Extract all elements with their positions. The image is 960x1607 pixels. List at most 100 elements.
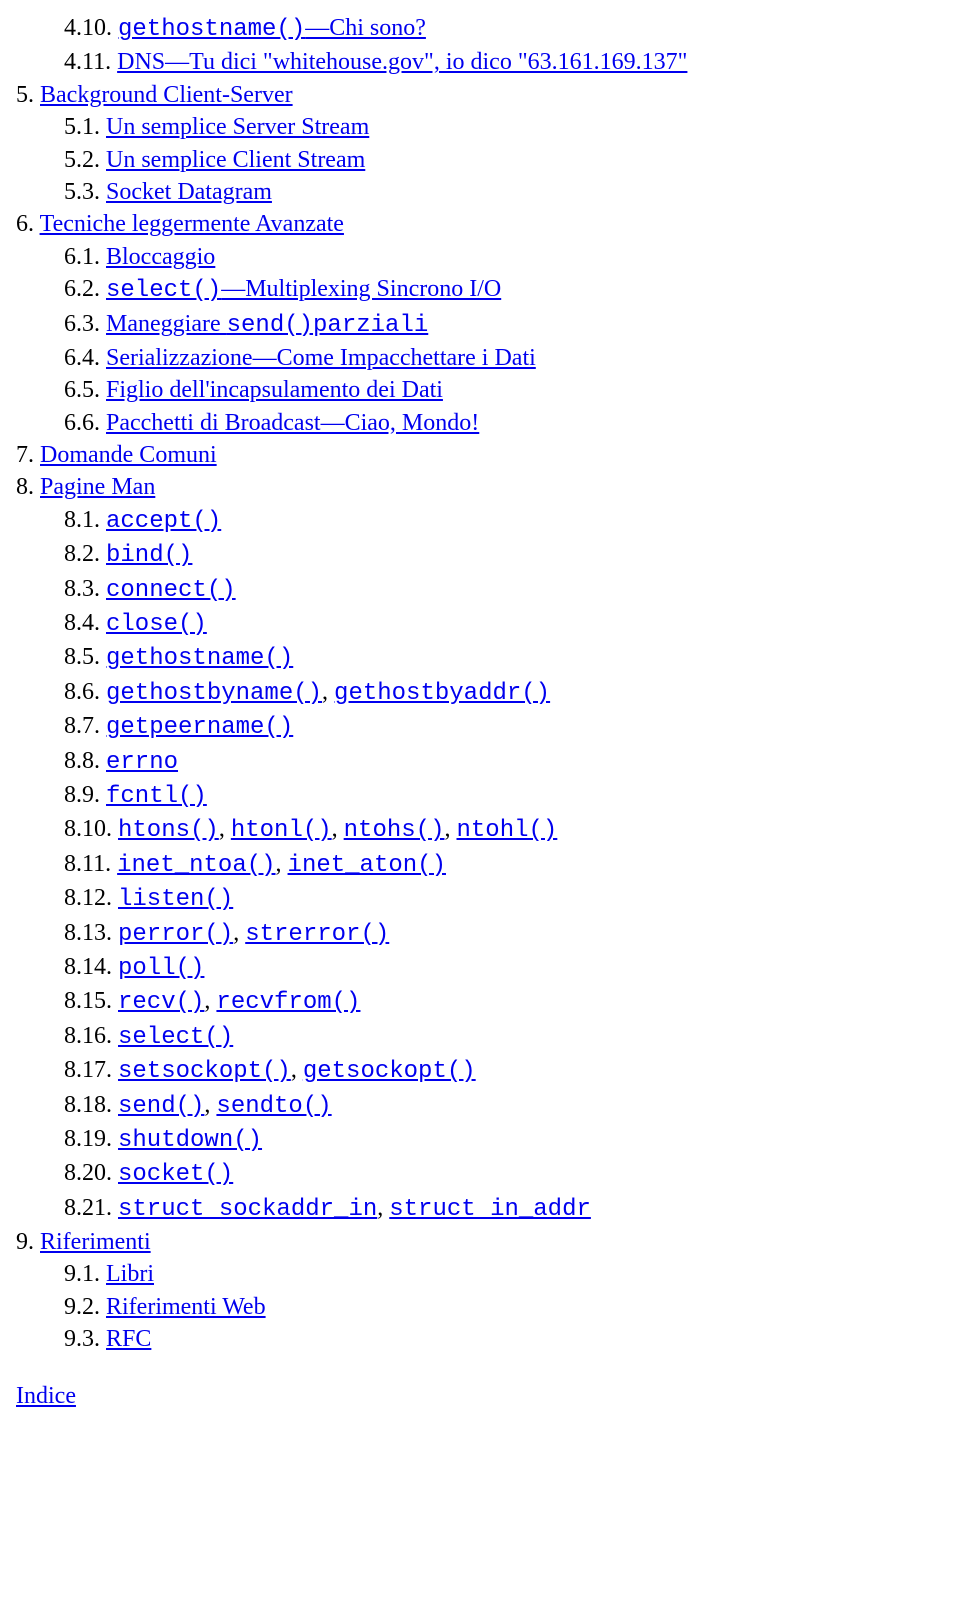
toc-number: 8.12. bbox=[64, 885, 118, 911]
toc-separator: , bbox=[332, 816, 344, 842]
toc-number: 8.15. bbox=[64, 988, 118, 1014]
toc-entry: 5. Background Client-Server bbox=[16, 79, 944, 111]
toc-link[interactable]: Tecniche leggermente Avanzate bbox=[40, 211, 344, 237]
toc-link[interactable]: bind() bbox=[106, 542, 192, 569]
toc-link[interactable]: Background Client-Server bbox=[40, 82, 293, 108]
toc-link[interactable]: connect() bbox=[106, 577, 236, 604]
toc-separator: , bbox=[291, 1057, 303, 1083]
toc-link[interactable]: sendto() bbox=[216, 1093, 331, 1120]
toc-number: 8.1. bbox=[64, 507, 106, 533]
toc-link[interactable]: socket() bbox=[118, 1161, 233, 1188]
toc-link[interactable]: listen() bbox=[118, 886, 233, 913]
toc-number: 8.11. bbox=[64, 851, 117, 877]
toc-link[interactable]: gethostbyaddr() bbox=[334, 680, 550, 707]
toc-entry: 8.10. htons(), htonl(), ntohs(), ntohl() bbox=[64, 813, 944, 847]
toc-link[interactable]: gethostbyname() bbox=[106, 680, 322, 707]
toc-entry: 8.11. inet_ntoa(), inet_aton() bbox=[64, 848, 944, 882]
toc-number: 8.14. bbox=[64, 954, 118, 980]
toc-link[interactable]: getpeername() bbox=[106, 714, 293, 741]
toc-link[interactable]: ntohl() bbox=[456, 817, 557, 844]
toc-link[interactable]: accept() bbox=[106, 508, 221, 535]
toc-link[interactable]: perror() bbox=[118, 921, 233, 948]
toc-number: 6. bbox=[16, 211, 40, 237]
toc-number: 8.6. bbox=[64, 679, 106, 705]
toc-number: 4.10. bbox=[64, 15, 118, 41]
toc-link[interactable]: ntohs() bbox=[344, 817, 445, 844]
toc-number: 8.19. bbox=[64, 1126, 118, 1152]
toc-entry: 8.13. perror(), strerror() bbox=[64, 917, 944, 951]
toc-link[interactable]: Riferimenti bbox=[40, 1229, 151, 1255]
toc-link[interactable]: Serializzazione—Come Impacchettare i Dat… bbox=[106, 345, 536, 371]
toc-link[interactable]: DNS—Tu dici "whitehouse.gov", io dico "6… bbox=[117, 49, 687, 75]
toc-entry: 5.2. Un semplice Client Stream bbox=[64, 144, 944, 176]
toc-link[interactable]: poll() bbox=[118, 955, 204, 982]
toc-number: 5.1. bbox=[64, 114, 106, 140]
toc-entry: 8.1. accept() bbox=[64, 504, 944, 538]
toc-link[interactable]: errno bbox=[106, 749, 178, 776]
toc-separator: , bbox=[204, 988, 216, 1014]
toc-link[interactable]: Un semplice Client Stream bbox=[106, 147, 365, 173]
toc-entry: 8.19. shutdown() bbox=[64, 1123, 944, 1157]
toc-link[interactable]: Libri bbox=[106, 1261, 154, 1287]
toc-entry: 6.6. Pacchetti di Broadcast—Ciao, Mondo! bbox=[64, 407, 944, 439]
toc-entry: 9.3. RFC bbox=[64, 1323, 944, 1355]
toc-entry: 6.3. Maneggiare send()parziali bbox=[64, 308, 944, 342]
toc-entry: 5.3. Socket Datagram bbox=[64, 176, 944, 208]
toc-number: 5. bbox=[16, 82, 40, 108]
toc-link[interactable]: recv() bbox=[118, 989, 204, 1016]
toc-link[interactable]: inet_ntoa() bbox=[117, 852, 275, 879]
index-link[interactable]: Indice bbox=[16, 1383, 76, 1409]
toc-number: 8.10. bbox=[64, 816, 118, 842]
toc-link[interactable]: Riferimenti Web bbox=[106, 1294, 266, 1320]
toc-link[interactable]: select() bbox=[118, 1024, 233, 1051]
toc-link[interactable]: setsockopt() bbox=[118, 1058, 291, 1085]
toc-link[interactable]: send() bbox=[227, 312, 313, 339]
toc-entry: 8.9. fcntl() bbox=[64, 779, 944, 813]
toc-link[interactable]: send() bbox=[118, 1093, 204, 1120]
toc-link[interactable]: struct in_addr bbox=[389, 1196, 591, 1223]
toc-link[interactable]: close() bbox=[106, 611, 207, 638]
toc-entry: 8.20. socket() bbox=[64, 1157, 944, 1191]
toc-number: 8.7. bbox=[64, 713, 106, 739]
toc-entry: 8.16. select() bbox=[64, 1020, 944, 1054]
toc-entry: 8.6. gethostbyname(), gethostbyaddr() bbox=[64, 676, 944, 710]
toc-entry: 8.18. send(), sendto() bbox=[64, 1089, 944, 1123]
toc-link[interactable]: inet_aton() bbox=[288, 852, 446, 879]
toc-entry: 6.1. Bloccaggio bbox=[64, 241, 944, 273]
toc-separator: , bbox=[377, 1195, 389, 1221]
toc-number: 5.3. bbox=[64, 179, 106, 205]
toc-link[interactable]: Domande Comuni bbox=[40, 442, 217, 468]
toc-number: 8.18. bbox=[64, 1092, 118, 1118]
toc-link[interactable]: shutdown() bbox=[118, 1127, 262, 1154]
toc-link[interactable]: —Chi sono? bbox=[305, 15, 426, 41]
toc-link[interactable]: Pagine Man bbox=[40, 474, 155, 500]
toc-link[interactable]: gethostname() bbox=[118, 16, 305, 43]
toc-link[interactable]: htons() bbox=[118, 817, 219, 844]
toc-link[interactable]: getsockopt() bbox=[303, 1058, 476, 1085]
toc-link[interactable]: Figlio dell'incapsulamento dei Dati bbox=[106, 377, 443, 403]
toc-link[interactable]: fcntl() bbox=[106, 783, 207, 810]
toc-number: 6.3. bbox=[64, 311, 106, 337]
toc-number: 8.20. bbox=[64, 1160, 118, 1186]
toc-number: 8.2. bbox=[64, 541, 106, 567]
toc-link[interactable]: Un semplice Server Stream bbox=[106, 114, 369, 140]
toc-link[interactable]: —Multiplexing Sincrono I/O bbox=[221, 276, 501, 302]
toc-link[interactable]: RFC bbox=[106, 1326, 151, 1352]
toc-entry: 8.12. listen() bbox=[64, 882, 944, 916]
toc-link[interactable]: strerror() bbox=[245, 921, 389, 948]
toc-link[interactable]: gethostname() bbox=[106, 645, 293, 672]
toc-entry: 7. Domande Comuni bbox=[16, 439, 944, 471]
toc-link[interactable]: Maneggiare bbox=[106, 311, 227, 337]
toc-link[interactable]: struct sockaddr_in bbox=[118, 1196, 377, 1223]
toc-link[interactable]: recvfrom() bbox=[216, 989, 360, 1016]
toc-link[interactable]: Socket Datagram bbox=[106, 179, 272, 205]
toc-link[interactable]: Pacchetti di Broadcast—Ciao, Mondo! bbox=[106, 410, 479, 436]
toc-link[interactable]: select() bbox=[106, 277, 221, 304]
toc-number: 8.16. bbox=[64, 1023, 118, 1049]
toc-number: 8. bbox=[16, 474, 40, 500]
toc-link[interactable]: Bloccaggio bbox=[106, 244, 215, 270]
toc-number: 4.11. bbox=[64, 49, 117, 75]
toc-link[interactable]: parziali bbox=[313, 312, 428, 339]
toc-number: 8.17. bbox=[64, 1057, 118, 1083]
toc-link[interactable]: htonl() bbox=[231, 817, 332, 844]
